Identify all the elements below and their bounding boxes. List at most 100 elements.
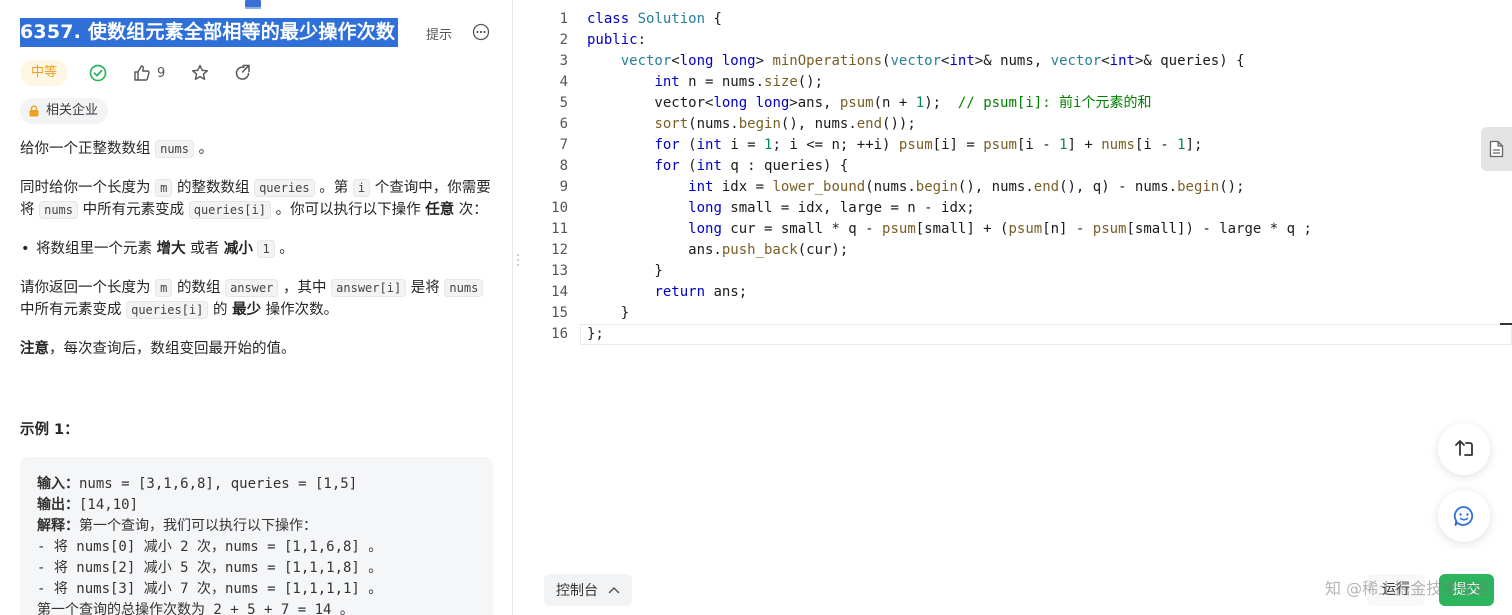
example-label: 输出：	[37, 497, 79, 513]
line-number: 13	[551, 263, 568, 279]
inline-code: queries[i]	[126, 301, 209, 319]
code-line[interactable]: 3 vector<long long> minOperations(vector…	[524, 51, 1512, 72]
code-line[interactable]: 4 int n = nums.size();	[524, 72, 1512, 93]
desc-paragraph-2: 同时给你一个长度为 m 的整数数组 queries 。第 i 个查询中，你需要将…	[20, 177, 495, 221]
share-icon[interactable]	[233, 63, 253, 83]
line-number: 9	[559, 179, 568, 195]
line-number: 12	[551, 242, 568, 258]
code-line[interactable]: 2 public:	[524, 30, 1512, 51]
drag-handle-icon[interactable]	[516, 252, 520, 268]
code-text: for (int q : queries) {	[654, 158, 849, 174]
line-number: 3	[559, 53, 568, 69]
problem-title: 6357. 使数组元素全部相等的最少操作次数	[20, 18, 399, 47]
example-title: 示例 1：	[20, 422, 79, 438]
inline-code: m	[155, 179, 173, 197]
desc-text: 给你一个正整数数组	[20, 141, 156, 157]
example-line: - 将 nums[3] 减小 7 次，nums = [1,1,1,1] 。	[37, 581, 383, 597]
code-lines[interactable]: 1 class Solution { 2 public: 3 vector<long…	[524, 9, 1512, 345]
check-circle-icon	[89, 64, 107, 82]
line-number: 16	[551, 326, 568, 342]
code-text: ans.push_back(cur);	[587, 242, 849, 258]
like-count: 9	[157, 65, 166, 81]
example-value: nums = [3,1,6,8], queries = [1,5]	[79, 476, 358, 492]
code-line[interactable]: 15 }	[524, 303, 1512, 324]
example-line: 输出：[14,10]	[37, 495, 476, 516]
desc-note: 注意，每次查询后，数组变回最开始的值。	[20, 338, 495, 360]
problem-description: 给你一个正整数数组 nums 。 同时给你一个长度为 m 的整数数组 queri…	[20, 138, 495, 377]
meta-row: 中等 9	[20, 60, 253, 86]
code-text: sort(nums.begin(), nums.end());	[654, 116, 916, 132]
desc-text: 或者	[185, 241, 224, 257]
more-icon[interactable]	[472, 23, 490, 41]
code-text: return ans;	[654, 284, 748, 300]
example-line: 解释：第一个查询，我们可以执行以下操作：	[37, 516, 476, 537]
desc-bold: 注意	[20, 341, 49, 357]
thumbs-up-icon[interactable]	[132, 63, 152, 83]
line-number: 11	[551, 221, 568, 237]
code-line[interactable]: 9 int idx = lower_bound(nums.begin(), nu…	[524, 177, 1512, 198]
inline-code: m	[155, 279, 173, 297]
code-line[interactable]: 5 vector<long long>ans, psum(n + 1); // …	[524, 93, 1512, 114]
code-line[interactable]: 10 long small = idx, large = n - idx;	[524, 198, 1512, 219]
inline-code: queries[i]	[188, 201, 271, 219]
company-tag[interactable]: 相关企业	[20, 98, 109, 124]
console-button[interactable]: 控制台	[544, 574, 632, 606]
code-text: vector<long long> minOperations(vector<i…	[620, 53, 1245, 69]
code-text: int idx = lower_bound(nums.begin(), nums…	[688, 179, 1245, 195]
inline-code: answer	[225, 279, 279, 297]
code-line[interactable]: 7 for (int i = 1; i <= n; ++i) psum[i] =…	[524, 135, 1512, 156]
line-number: 2	[559, 32, 568, 48]
code-text: long cur = small * q - psum[small] + (ps…	[688, 221, 1312, 237]
code-text: for (int i = 1; i <= n; ++i) psum[i] = p…	[654, 137, 1203, 153]
example-value: 第一个查询，我们可以执行以下操作：	[79, 518, 317, 534]
desc-bullet: 将数组里一个元素 增大 或者 减小 1 。	[20, 238, 495, 260]
desc-text: 的整数数组	[172, 180, 255, 196]
code-text: };	[587, 326, 604, 342]
example-line: 第一个查询的总操作次数为 2 + 5 + 7 = 14 。	[37, 602, 354, 615]
inline-code: nums	[39, 201, 79, 219]
desc-text: 请你返回一个长度为	[20, 280, 156, 296]
line-number: 15	[551, 305, 568, 321]
chat-button[interactable]	[1438, 490, 1490, 542]
switch-icon	[1455, 440, 1473, 456]
star-icon[interactable]	[190, 63, 210, 83]
chat-icon	[1453, 506, 1474, 526]
console-label: 控制台	[556, 583, 598, 599]
desc-paragraph-3: 请你返回一个长度为 m 的数组 answer ，其中 answer[i] 是将 …	[20, 277, 495, 321]
example-label: 解释：	[37, 518, 79, 534]
code-line[interactable]: 11 long cur = small * q - psum[small] + …	[524, 219, 1512, 240]
inline-code: i	[352, 179, 371, 197]
company-tag-label: 相关企业	[46, 103, 99, 118]
example-box: 输入：nums = [3,1,6,8], queries = [1,5] 输出：[…	[20, 457, 493, 615]
watermark: 知 @稀土掘金技术社区	[1325, 579, 1491, 598]
desc-bold: 增大	[156, 241, 186, 257]
switch-button[interactable]	[1438, 423, 1490, 475]
code-text: long small = idx, large = n - idx;	[688, 200, 975, 216]
inline-code: answer[i]	[331, 279, 407, 297]
desc-text: 。	[274, 241, 294, 257]
code-line[interactable]: 13 }	[524, 261, 1512, 282]
code-line[interactable]: 14 return ans;	[524, 282, 1512, 303]
code-text: }	[587, 305, 630, 321]
side-panel-tab[interactable]	[1481, 127, 1512, 171]
desc-text: 是将	[406, 280, 445, 296]
line-number: 1	[559, 11, 568, 27]
line-number: 8	[559, 158, 568, 174]
code-editor[interactable]: 1 class Solution { 2 public: 3 vector<long…	[524, 0, 1512, 615]
desc-text: 的	[208, 302, 233, 318]
panel-divider[interactable]	[512, 0, 513, 615]
book-icon[interactable]	[244, 0, 262, 10]
edge-marker	[1500, 323, 1512, 325]
code-line[interactable]: 8 for (int q : queries) {	[524, 156, 1512, 177]
example-line: - 将 nums[2] 减小 5 次，nums = [1,1,1,8] 。	[37, 560, 383, 576]
code-line[interactable]: 1 class Solution {	[524, 9, 1512, 30]
code-line[interactable]: 12 ans.push_back(cur);	[524, 240, 1512, 261]
hint-button[interactable]: 提示	[426, 24, 452, 43]
inline-code: queries	[254, 179, 315, 197]
difficulty-badge: 中等	[20, 60, 69, 86]
line-number: 10	[551, 200, 568, 216]
line-number: 4	[559, 74, 568, 90]
code-line[interactable]: 6 sort(nums.begin(), nums.end());	[524, 114, 1512, 135]
title-row: 6357. 使数组元素全部相等的最少操作次数 提示	[0, 18, 512, 48]
code-line[interactable]: 16};	[524, 324, 1512, 345]
